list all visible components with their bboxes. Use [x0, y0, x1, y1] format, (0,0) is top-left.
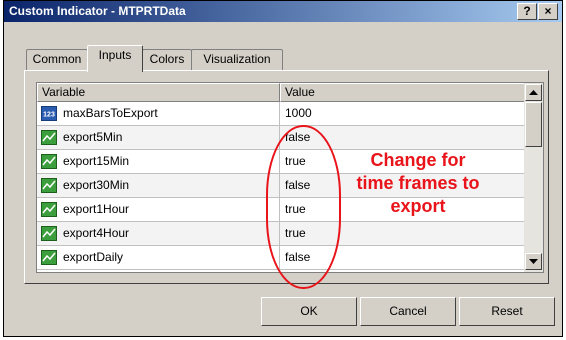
table-row[interactable]: 123 maxBarsToExport 1000	[37, 102, 525, 126]
annotation-text: Change for time frames to export	[334, 149, 502, 218]
tab-colors[interactable]: Colors	[142, 49, 192, 71]
cancel-button[interactable]: Cancel	[360, 297, 456, 326]
variable-name: export4Hour	[63, 226, 130, 240]
variable-name: export5Min	[63, 130, 123, 144]
icon-text: 123	[43, 112, 55, 119]
boolean-chart-icon	[41, 154, 57, 169]
boolean-chart-icon	[41, 250, 57, 265]
variable-name: maxBarsToExport	[63, 106, 158, 120]
boolean-chart-icon	[41, 130, 57, 145]
help-button[interactable]: ?	[517, 3, 537, 20]
tab-common[interactable]: Common	[26, 49, 88, 71]
ok-button[interactable]: OK	[261, 297, 357, 326]
numeric-123-icon: 123	[41, 106, 57, 121]
tab-inputs[interactable]: Inputs	[87, 45, 143, 72]
boolean-chart-icon	[41, 226, 57, 241]
boolean-chart-icon	[41, 178, 57, 193]
window-title: Custom Indicator - MTPRTData	[9, 4, 186, 18]
arrow-up-icon	[529, 90, 538, 95]
annotation-line: export	[390, 196, 446, 216]
annotation-line: time frames to	[356, 173, 480, 193]
scroll-down-button[interactable]	[525, 253, 542, 270]
tab-visualization[interactable]: Visualization	[191, 49, 283, 71]
boolean-chart-icon	[41, 202, 57, 217]
column-header-variable[interactable]: Variable	[37, 83, 280, 102]
highlight-ellipse	[266, 125, 341, 289]
variable-name: exportDaily	[63, 250, 124, 264]
scroll-up-button[interactable]	[525, 84, 542, 101]
variable-name: export30Min	[63, 178, 130, 192]
arrow-down-icon	[529, 259, 538, 264]
custom-indicator-dialog: Custom Indicator - MTPRTData ? × Common …	[3, 0, 563, 337]
annotation-line: Change for	[370, 150, 466, 170]
close-button[interactable]: ×	[538, 3, 558, 20]
scroll-thumb[interactable]	[525, 102, 542, 147]
column-header-value[interactable]: Value	[280, 83, 525, 102]
reset-button[interactable]: Reset	[459, 297, 555, 326]
variable-value[interactable]: 1000	[285, 102, 312, 126]
title-bar[interactable]: Custom Indicator - MTPRTData ? ×	[4, 1, 562, 22]
vertical-scrollbar[interactable]	[524, 83, 543, 272]
variable-name: export15Min	[63, 154, 130, 168]
variable-name: export1Hour	[63, 202, 130, 216]
